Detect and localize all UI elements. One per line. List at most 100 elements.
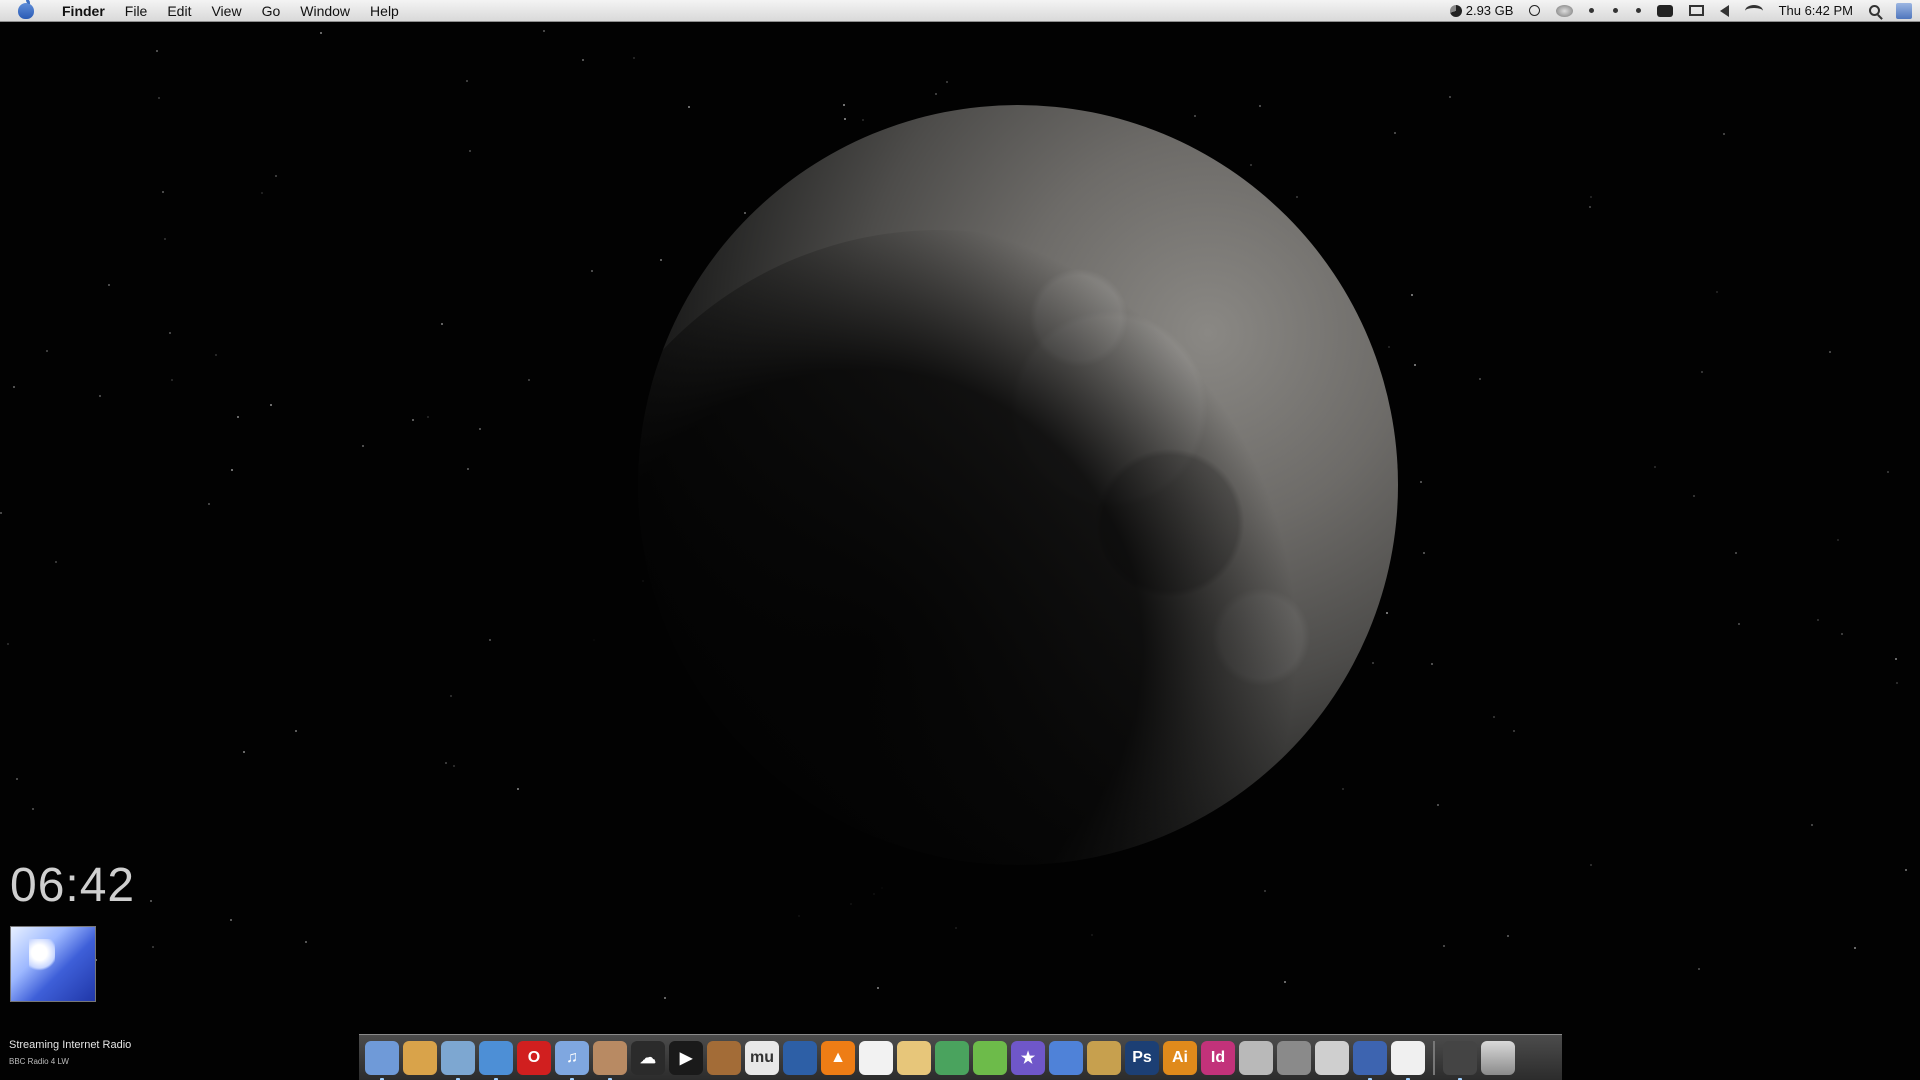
star	[16, 778, 18, 780]
star	[1342, 788, 1344, 790]
dot-icon	[1635, 8, 1641, 13]
circle-status[interactable]	[1521, 5, 1548, 16]
menu-window[interactable]: Window	[290, 0, 360, 22]
apple-menu-icon[interactable]	[18, 0, 34, 19]
star	[1887, 471, 1889, 473]
star	[261, 192, 263, 194]
dock-photoshop-icon[interactable]: Ps	[1125, 1040, 1159, 1075]
menu-edit[interactable]: Edit	[157, 0, 201, 22]
menu-go[interactable]: Go	[252, 0, 291, 22]
menu-view[interactable]: View	[201, 0, 251, 22]
star	[946, 81, 948, 83]
memory-status[interactable]: 2.93 GB	[1442, 0, 1522, 22]
dock-finder-icon[interactable]	[365, 1040, 399, 1080]
menu-file[interactable]: File	[115, 0, 158, 22]
dock-indesign-icon[interactable]: Id	[1201, 1040, 1235, 1075]
spotlight[interactable]	[1861, 5, 1888, 16]
dock-safari-icon[interactable]	[479, 1040, 513, 1080]
star	[935, 93, 937, 95]
star	[1250, 164, 1252, 166]
star	[441, 323, 443, 325]
star	[1372, 662, 1374, 664]
dock-disk-utility-icon[interactable]	[1277, 1040, 1311, 1075]
star	[1284, 981, 1286, 983]
display-status[interactable]	[1681, 5, 1712, 16]
dock-jupiter-icon[interactable]	[593, 1040, 627, 1080]
volume-status[interactable]	[1712, 4, 1737, 17]
dots-status[interactable]	[1581, 0, 1648, 22]
star	[208, 503, 210, 505]
star	[1854, 947, 1856, 949]
star	[13, 386, 15, 388]
dock-clock-icon[interactable]	[1391, 1040, 1425, 1080]
menu-clock[interactable]: Thu 6:42 PM	[1771, 0, 1861, 22]
dock-feather-icon[interactable]	[783, 1040, 817, 1075]
dock-eject-icon[interactable]	[1443, 1040, 1477, 1080]
moon-shadow	[560, 230, 1320, 990]
dock-paint-icon[interactable]	[1087, 1040, 1121, 1075]
star	[1716, 291, 1718, 293]
dock-imovie-icon[interactable]: ★	[1011, 1040, 1045, 1075]
dock-itunes-icon[interactable]: ♫	[555, 1040, 589, 1080]
dock-vlc-icon[interactable]: ▲	[821, 1040, 855, 1075]
dock-opera-icon[interactable]: O	[517, 1040, 551, 1075]
dock-separator	[1433, 1040, 1435, 1075]
star	[1431, 663, 1433, 665]
dock-calculator-icon[interactable]	[1315, 1040, 1349, 1075]
memory-gauge-icon	[1449, 4, 1462, 17]
dock-system-prefs-icon[interactable]	[1239, 1040, 1273, 1075]
dock-spaces-icon[interactable]	[1353, 1040, 1387, 1080]
clock-widget: 06:42	[10, 859, 136, 912]
star	[582, 59, 584, 61]
airplay-icon	[1688, 5, 1704, 16]
dock-trash-icon[interactable]	[1481, 1040, 1515, 1075]
star	[1479, 378, 1481, 380]
dock-textedit-icon[interactable]	[859, 1040, 893, 1075]
dock-network-icon[interactable]	[973, 1040, 1007, 1075]
dock-pages-icon[interactable]	[897, 1040, 931, 1075]
star	[664, 997, 666, 999]
star	[1493, 716, 1495, 718]
star	[1817, 619, 1819, 621]
star	[1811, 824, 1813, 826]
star	[305, 941, 307, 943]
star	[1837, 539, 1839, 541]
star	[169, 332, 171, 334]
star	[1590, 196, 1592, 198]
dock-terminal-icon[interactable]: ▶	[669, 1040, 703, 1075]
dock-document-icon[interactable]	[1049, 1040, 1083, 1075]
star	[1420, 481, 1422, 483]
wifi-status[interactable]	[1737, 4, 1771, 17]
star	[320, 32, 322, 34]
star	[1905, 869, 1907, 871]
dock-illustrator-icon[interactable]: Ai	[1163, 1040, 1197, 1075]
star	[489, 639, 491, 641]
dock-numbers-icon[interactable]	[935, 1040, 969, 1075]
star	[1414, 364, 1416, 366]
album-art[interactable]	[10, 926, 96, 1002]
star	[1194, 115, 1196, 117]
star	[744, 212, 746, 214]
dock-cloud-icon[interactable]: ☁	[631, 1040, 665, 1075]
dock-preview-icon[interactable]	[441, 1040, 475, 1080]
star	[453, 765, 455, 767]
dock-transmit-icon[interactable]	[403, 1040, 437, 1075]
star	[1896, 682, 1898, 684]
user-menu[interactable]	[1888, 2, 1920, 19]
menu-help[interactable]: Help	[360, 0, 409, 22]
memory-text: 2.93 GB	[1465, 2, 1514, 18]
disk-status[interactable]	[1548, 4, 1581, 17]
menu-app-name[interactable]: Finder	[52, 0, 115, 22]
star	[1411, 294, 1413, 296]
star	[1386, 612, 1388, 614]
cat-status[interactable]	[1649, 4, 1681, 17]
star	[231, 469, 233, 471]
dock-garageband-icon[interactable]	[707, 1040, 741, 1075]
star	[150, 900, 152, 902]
dock-mu-icon[interactable]: mu	[745, 1040, 779, 1075]
star	[1437, 804, 1439, 806]
star	[1738, 623, 1740, 625]
star	[427, 416, 429, 418]
star	[660, 259, 662, 261]
volume-icon	[1719, 4, 1729, 17]
